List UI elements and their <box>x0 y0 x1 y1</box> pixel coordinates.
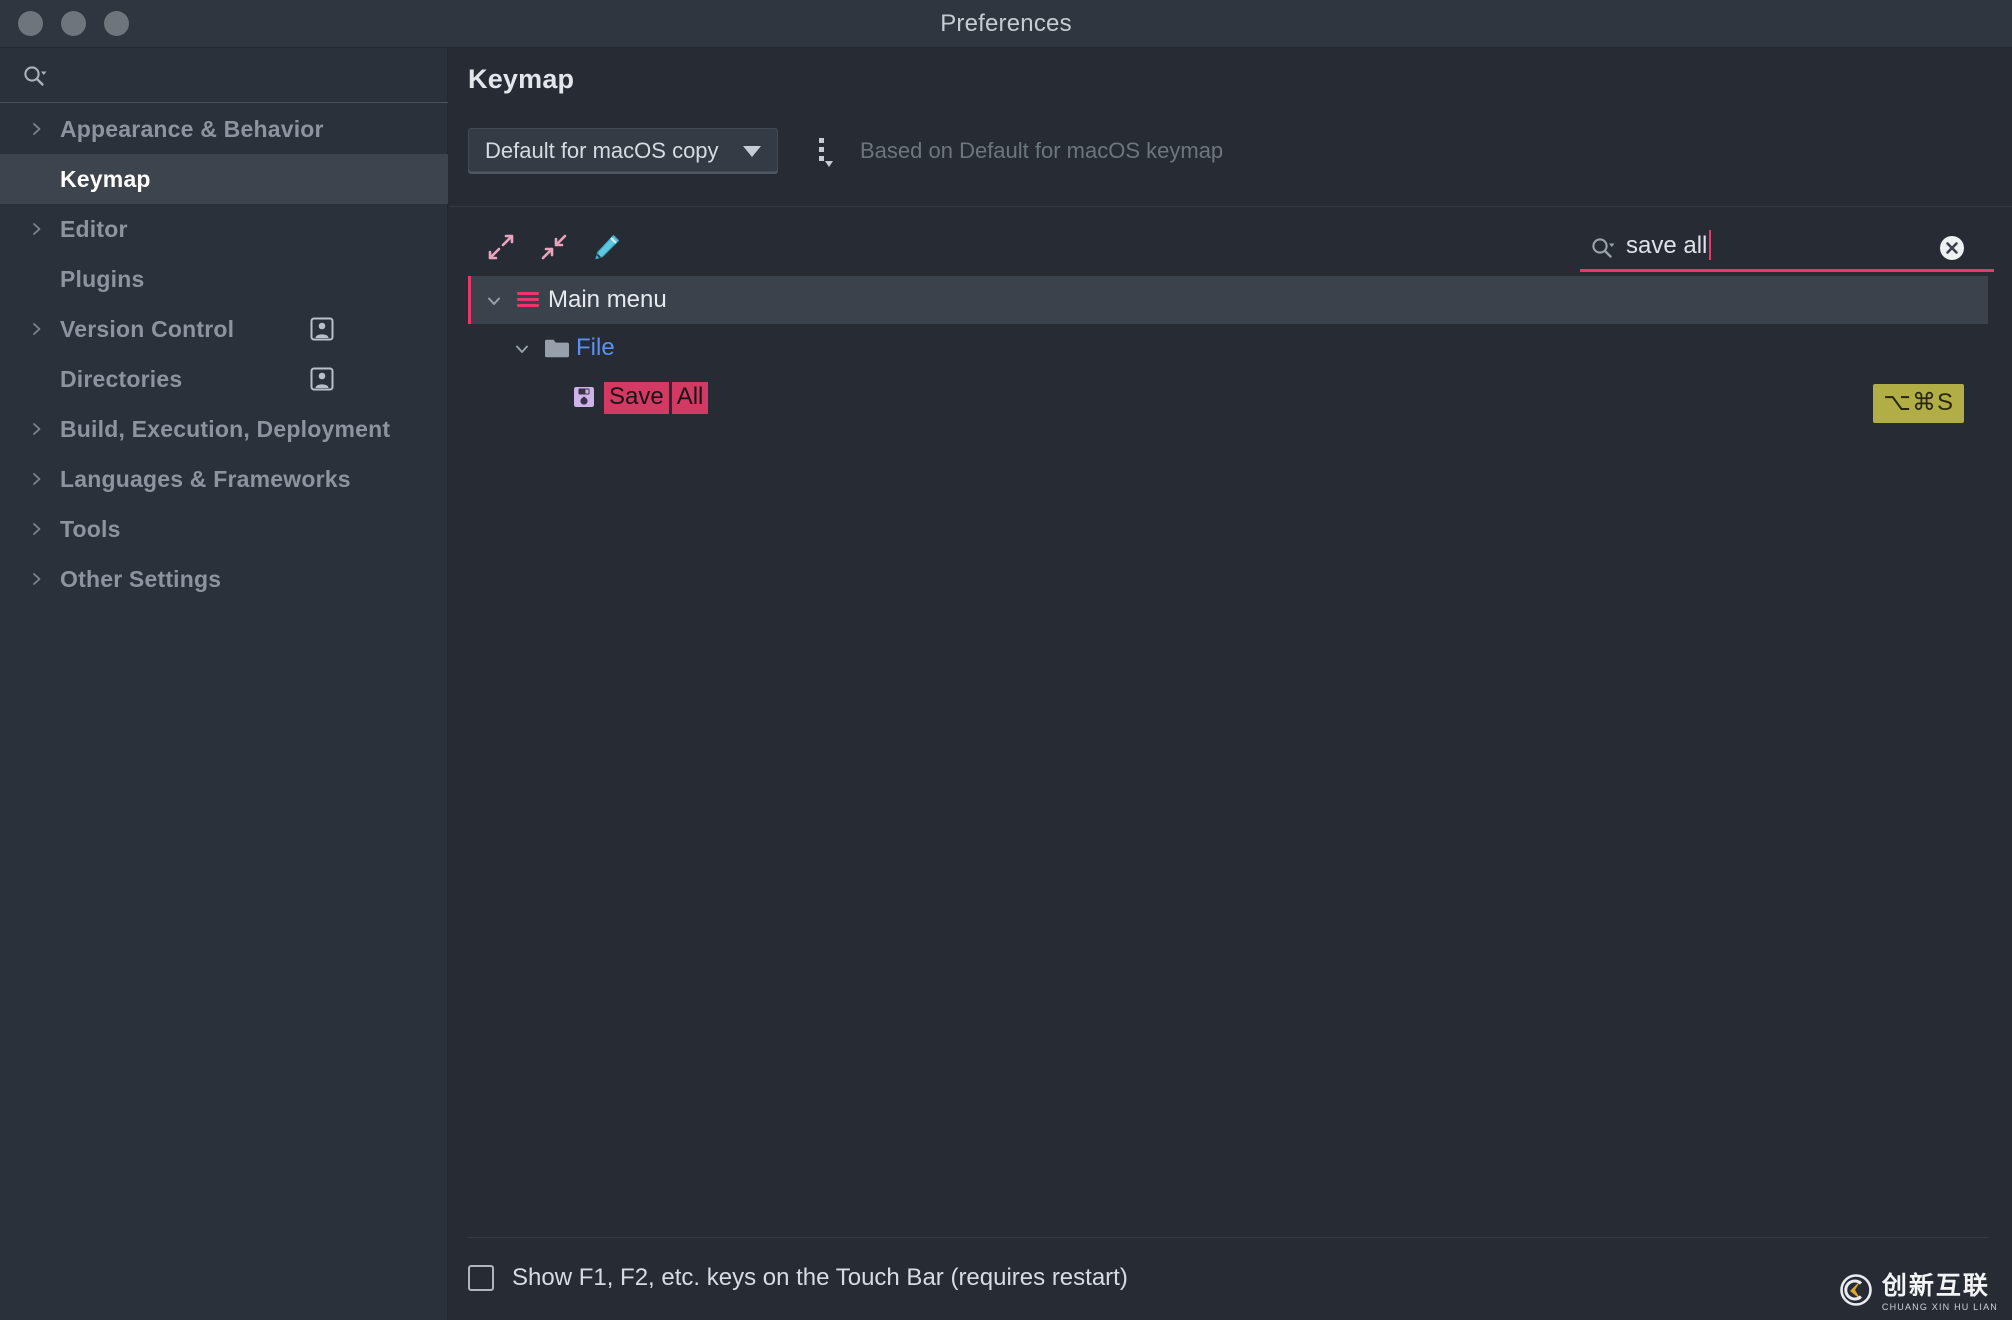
save-all-icon <box>572 385 596 414</box>
chevron-right-icon <box>30 472 44 486</box>
search-underline <box>1580 269 1994 272</box>
sidebar-item-label: Version Control <box>60 315 235 342</box>
touchbar-checkbox[interactable] <box>468 1265 494 1291</box>
sidebar-item-languages-frameworks[interactable]: Languages & Frameworks <box>0 454 448 504</box>
edit-shortcut-button[interactable] <box>584 224 630 270</box>
tree-row[interactable]: File <box>468 324 1988 372</box>
watermark-en-text: CHUANG XIN HU LIAN <box>1881 1301 1998 1312</box>
sidebar-item-tools[interactable]: Tools <box>0 504 448 554</box>
search-match-token: Save <box>604 382 669 414</box>
chevron-right-icon <box>30 222 44 236</box>
text-cursor <box>1709 230 1711 260</box>
preferences-window: Preferences Appearance & Behavior Keymap… <box>0 0 2012 1320</box>
watermark: 创新互联 CHUANG XIN HU LIAN <box>1839 1273 1998 1312</box>
project-badge-icon <box>310 317 334 341</box>
sidebar-item-label: Appearance & Behavior <box>60 115 324 142</box>
keymap-search-field[interactable]: save all <box>1578 224 2002 272</box>
sidebar-item-plugins[interactable]: Plugins <box>0 254 448 304</box>
keymap-search-value: save all <box>1626 232 1708 259</box>
sidebar-item-label: Plugins <box>60 265 145 292</box>
sidebar-item-directories[interactable]: Directories <box>0 354 448 404</box>
sidebar-item-label: Directories <box>60 365 183 392</box>
title-bar: Preferences <box>0 0 2012 48</box>
touchbar-checkbox-row[interactable]: Show F1, F2, etc. keys on the Touch Bar … <box>468 1256 1988 1300</box>
settings-sidebar: Appearance & Behavior Keymap Editor Plug… <box>0 48 448 1320</box>
expand-all-button[interactable] <box>478 224 524 270</box>
clear-search-icon[interactable] <box>1938 234 1966 262</box>
keymap-selector-row: Default for macOS copy Based on Default … <box>468 128 1988 190</box>
based-on-label: Based on Default for macOS keymap <box>860 138 1224 163</box>
chevron-down-icon[interactable] <box>486 293 502 309</box>
tree-row-label: Main menu <box>548 286 667 313</box>
sidebar-item-label: Languages & Frameworks <box>60 465 351 492</box>
sidebar-item-appearance-behavior[interactable]: Appearance & Behavior <box>0 104 448 154</box>
search-icon <box>1590 236 1616 267</box>
chevron-down-icon <box>743 146 761 157</box>
project-badge-icon <box>310 367 334 391</box>
chevron-down-icon[interactable] <box>514 341 530 357</box>
sidebar-search-input[interactable] <box>58 58 428 92</box>
sidebar-nav-list: Appearance & Behavior Keymap Editor Plug… <box>0 104 448 604</box>
page-title: Keymap <box>468 64 575 94</box>
keymap-settings-panel: Keymap Default for macOS copy Based on D… <box>449 48 2012 1320</box>
watermark-logo-icon <box>1839 1273 1873 1312</box>
chevron-right-icon <box>30 322 44 336</box>
chevron-right-icon <box>30 522 44 536</box>
tree-row[interactable]: Save All ⌥⌘S <box>468 372 1988 424</box>
sidebar-item-label: Keymap <box>60 165 151 192</box>
sidebar-item-label: Build, Execution, Deployment <box>60 415 391 442</box>
window-title: Preferences <box>940 10 1072 37</box>
keymap-footer: Show F1, F2, etc. keys on the Touch Bar … <box>468 1256 1988 1316</box>
tree-row-label: File <box>576 334 615 361</box>
sidebar-item-build-execution-deployment[interactable]: Build, Execution, Deployment <box>0 404 448 454</box>
collapse-all-button[interactable] <box>531 224 577 270</box>
chevron-right-icon <box>30 572 44 586</box>
sidebar-search[interactable] <box>0 48 448 103</box>
sidebar-item-version-control[interactable]: Version Control <box>0 304 448 354</box>
main-menu-icon <box>516 290 540 315</box>
sidebar-item-label: Editor <box>60 215 128 242</box>
chevron-right-icon <box>30 122 44 136</box>
watermark-cn-text: 创新互联 <box>1881 1271 1990 1300</box>
shortcut-badge[interactable]: ⌥⌘S <box>1873 384 1964 423</box>
sidebar-item-other-settings[interactable]: Other Settings <box>0 554 448 604</box>
chevron-right-icon <box>30 422 44 436</box>
search-icon <box>22 64 48 95</box>
keymap-dropdown[interactable]: Default for macOS copy <box>468 128 778 172</box>
sidebar-item-keymap[interactable]: Keymap <box>0 154 448 204</box>
keymap-dropdown-value: Default for macOS copy <box>485 138 719 163</box>
folder-icon <box>544 338 570 364</box>
search-match-token: All <box>671 382 709 414</box>
touchbar-checkbox-label: Show F1, F2, etc. keys on the Touch Bar … <box>512 1264 1128 1291</box>
keymap-actions-tree: Main menu File Save All ⌥⌘S <box>468 276 1988 1238</box>
tree-row-label: Save All <box>604 382 709 414</box>
sidebar-item-editor[interactable]: Editor <box>0 204 448 254</box>
sidebar-item-label: Other Settings <box>60 565 222 592</box>
more-options-button[interactable] <box>808 134 842 174</box>
sidebar-item-label: Tools <box>60 515 121 542</box>
tree-row[interactable]: Main menu <box>468 276 1988 324</box>
divider <box>449 206 2012 207</box>
